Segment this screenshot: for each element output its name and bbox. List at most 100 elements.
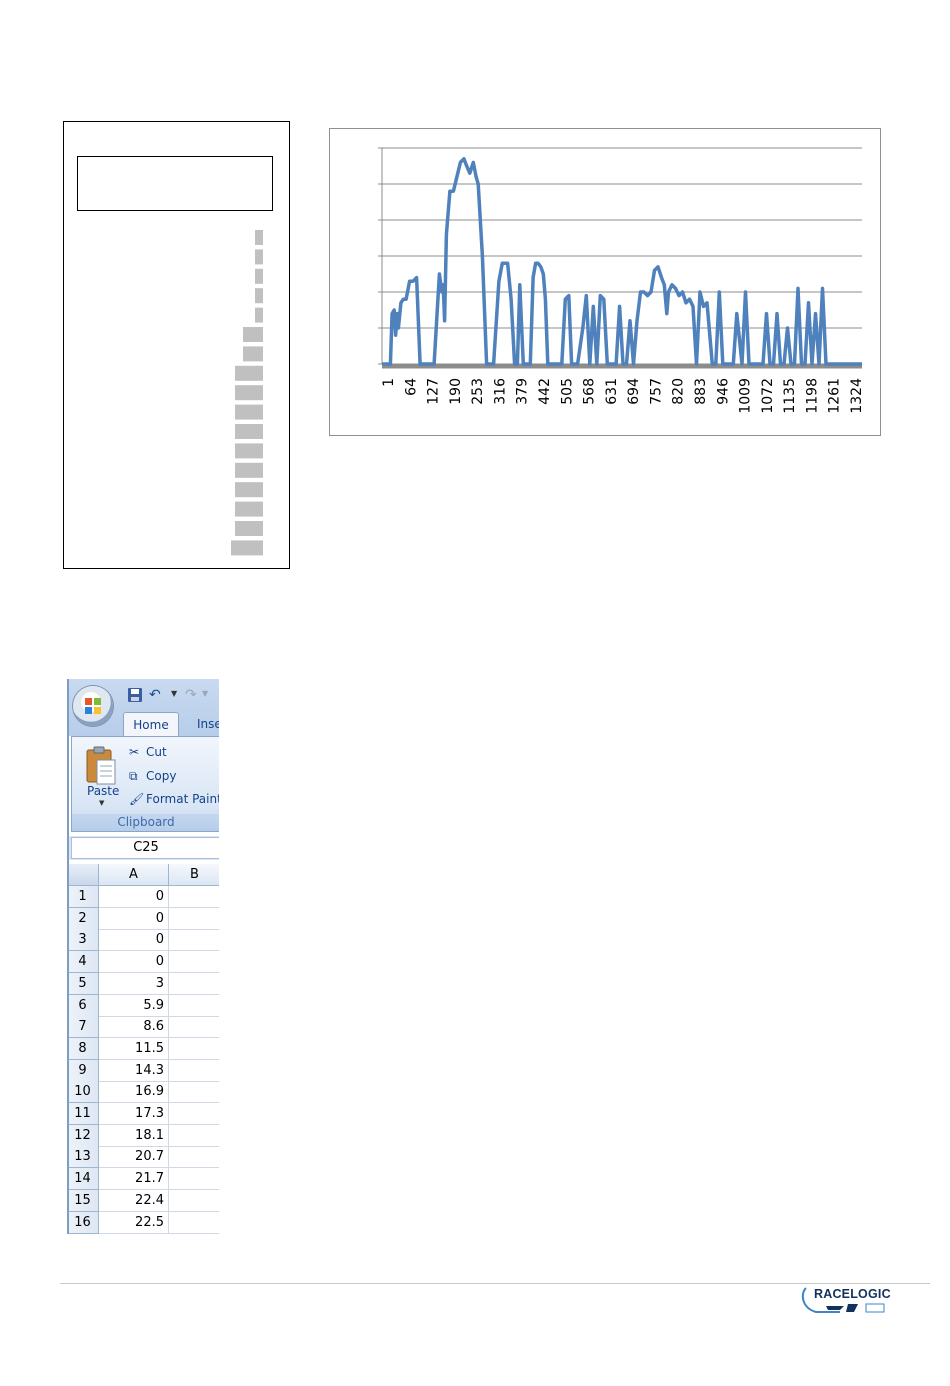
chevron-down-icon[interactable]: ▼ bbox=[99, 799, 104, 807]
cell-b[interactable] bbox=[169, 1168, 219, 1191]
cell-b[interactable] bbox=[169, 929, 219, 952]
x-tick-label: 505 bbox=[559, 378, 575, 405]
copy-button[interactable]: ⧉ Copy bbox=[129, 767, 176, 785]
row-header[interactable]: 10 bbox=[67, 1081, 99, 1104]
cell-b[interactable] bbox=[169, 1125, 219, 1147]
x-tick-label: 946 bbox=[715, 378, 731, 405]
bar bbox=[235, 482, 263, 498]
x-tick-label: 253 bbox=[470, 378, 486, 405]
cut-button[interactable]: ✂ Cut bbox=[129, 743, 167, 761]
bar bbox=[235, 462, 263, 478]
cell-b[interactable] bbox=[169, 951, 219, 974]
table-row: 30 bbox=[67, 929, 219, 952]
formula-bar: C25 bbox=[67, 836, 219, 860]
row-header[interactable]: 4 bbox=[67, 951, 99, 974]
cell-b[interactable] bbox=[169, 995, 219, 1017]
window-edge bbox=[67, 679, 69, 1234]
cell-a[interactable]: 5.9 bbox=[99, 994, 169, 1017]
cell-b[interactable] bbox=[169, 1190, 219, 1212]
cell-a[interactable]: 8.6 bbox=[99, 1016, 169, 1039]
cell-b[interactable] bbox=[169, 908, 219, 930]
cell-b[interactable] bbox=[169, 886, 219, 908]
table-row: 14 21.7 bbox=[67, 1168, 219, 1191]
x-tick-label: 442 bbox=[537, 378, 553, 405]
cell-b[interactable] bbox=[169, 1103, 219, 1125]
cell-a[interactable]: 21.7 bbox=[99, 1168, 169, 1191]
name-box[interactable]: C25 bbox=[71, 837, 219, 859]
row-header[interactable]: 5 bbox=[67, 972, 99, 995]
format-painter-button[interactable]: 🖌 Format Paint bbox=[129, 790, 219, 808]
bar bbox=[255, 307, 263, 323]
cell-b[interactable] bbox=[169, 1060, 219, 1082]
cell-a[interactable]: 0 bbox=[99, 951, 169, 974]
bar bbox=[255, 230, 263, 245]
format-painter-label: Format Paint bbox=[146, 792, 219, 806]
x-tick-label: 631 bbox=[604, 378, 620, 405]
cell-b[interactable] bbox=[169, 973, 219, 995]
paintbrush-icon: 🖌 bbox=[129, 792, 145, 806]
table-row: 11 17.3 bbox=[67, 1103, 219, 1125]
cell-a[interactable]: 14.3 bbox=[99, 1059, 169, 1082]
row-header[interactable]: 1 bbox=[67, 886, 99, 908]
cell-a[interactable]: 20.7 bbox=[99, 1146, 169, 1169]
save-icon[interactable] bbox=[127, 687, 143, 703]
row-header[interactable]: 6 bbox=[67, 994, 99, 1017]
line-chart: 1 64 127 190 253 316 379 442 505 568 631 694 757 820 8… bbox=[378, 147, 865, 414]
x-tick-label: 316 bbox=[492, 378, 508, 405]
bar-chart bbox=[231, 230, 263, 556]
column-header-a[interactable]: A bbox=[99, 864, 169, 886]
x-tick-label: 694 bbox=[626, 378, 642, 405]
cell-a[interactable]: 22.4 bbox=[99, 1189, 169, 1212]
scissors-icon: ✂ bbox=[129, 745, 140, 759]
row-header[interactable]: 16 bbox=[67, 1211, 99, 1234]
x-tick-label: 883 bbox=[693, 378, 709, 405]
cell-a[interactable]: 3 bbox=[99, 972, 169, 995]
paste-button[interactable]: Paste bbox=[87, 784, 119, 798]
copy-label: Copy bbox=[146, 769, 177, 783]
x-tick-label: 820 bbox=[671, 378, 687, 405]
row-header[interactable]: 3 bbox=[67, 929, 99, 952]
cell-b[interactable] bbox=[169, 1016, 219, 1039]
row-header[interactable]: 14 bbox=[67, 1168, 99, 1191]
logo-text: RACELOGIC bbox=[814, 1287, 891, 1301]
bar bbox=[235, 365, 263, 381]
select-all-corner[interactable] bbox=[67, 864, 99, 886]
tab-home[interactable]: Home bbox=[123, 712, 179, 736]
cell-a[interactable]: 0 bbox=[99, 929, 169, 952]
row-header[interactable]: 9 bbox=[67, 1059, 99, 1082]
table-row: 53 bbox=[67, 972, 219, 995]
paste-icon[interactable] bbox=[84, 746, 118, 786]
cell-a[interactable]: 0 bbox=[99, 907, 169, 930]
cell-a[interactable]: 18.1 bbox=[99, 1124, 169, 1147]
table-row: 6 5.9 bbox=[67, 994, 219, 1017]
cell-b[interactable] bbox=[169, 1081, 219, 1104]
x-tick-label: 190 bbox=[448, 378, 464, 405]
cell-b[interactable] bbox=[169, 1146, 219, 1169]
cell-a[interactable]: 22.5 bbox=[99, 1211, 169, 1234]
column-header-b[interactable]: B bbox=[169, 864, 219, 886]
row-header[interactable]: 12 bbox=[67, 1124, 99, 1147]
bar bbox=[235, 501, 263, 517]
row-header[interactable]: 11 bbox=[67, 1103, 99, 1125]
cell-a[interactable]: 11.5 bbox=[99, 1037, 169, 1060]
tab-insert[interactable]: Inse bbox=[197, 717, 219, 731]
chevron-down-icon[interactable]: ▼ bbox=[202, 689, 208, 698]
bar bbox=[255, 288, 263, 304]
row-header[interactable]: 13 bbox=[67, 1146, 99, 1169]
row-header[interactable]: 2 bbox=[67, 907, 99, 930]
cell-a[interactable]: 0 bbox=[99, 886, 169, 908]
row-header[interactable]: 15 bbox=[67, 1189, 99, 1212]
cell-b[interactable] bbox=[169, 1038, 219, 1060]
table-row: 40 bbox=[67, 951, 219, 974]
cell-a[interactable]: 17.3 bbox=[99, 1103, 169, 1125]
x-tick-label: 1261 bbox=[827, 378, 843, 414]
row-header[interactable]: 7 bbox=[67, 1016, 99, 1039]
row-header[interactable]: 8 bbox=[67, 1037, 99, 1060]
redo-icon[interactable]: ↷ bbox=[185, 687, 197, 703]
cell-b[interactable] bbox=[169, 1212, 219, 1234]
undo-icon[interactable]: ↶ bbox=[149, 687, 161, 703]
ribbon-clipboard-group: Paste ▼ ✂ Cut ⧉ Copy 🖌 Format Paint Clipboa… bbox=[71, 736, 219, 832]
chevron-down-icon[interactable]: ▼ bbox=[171, 689, 177, 698]
x-tick-label: 127 bbox=[426, 378, 442, 405]
cell-a[interactable]: 16.9 bbox=[99, 1081, 169, 1104]
